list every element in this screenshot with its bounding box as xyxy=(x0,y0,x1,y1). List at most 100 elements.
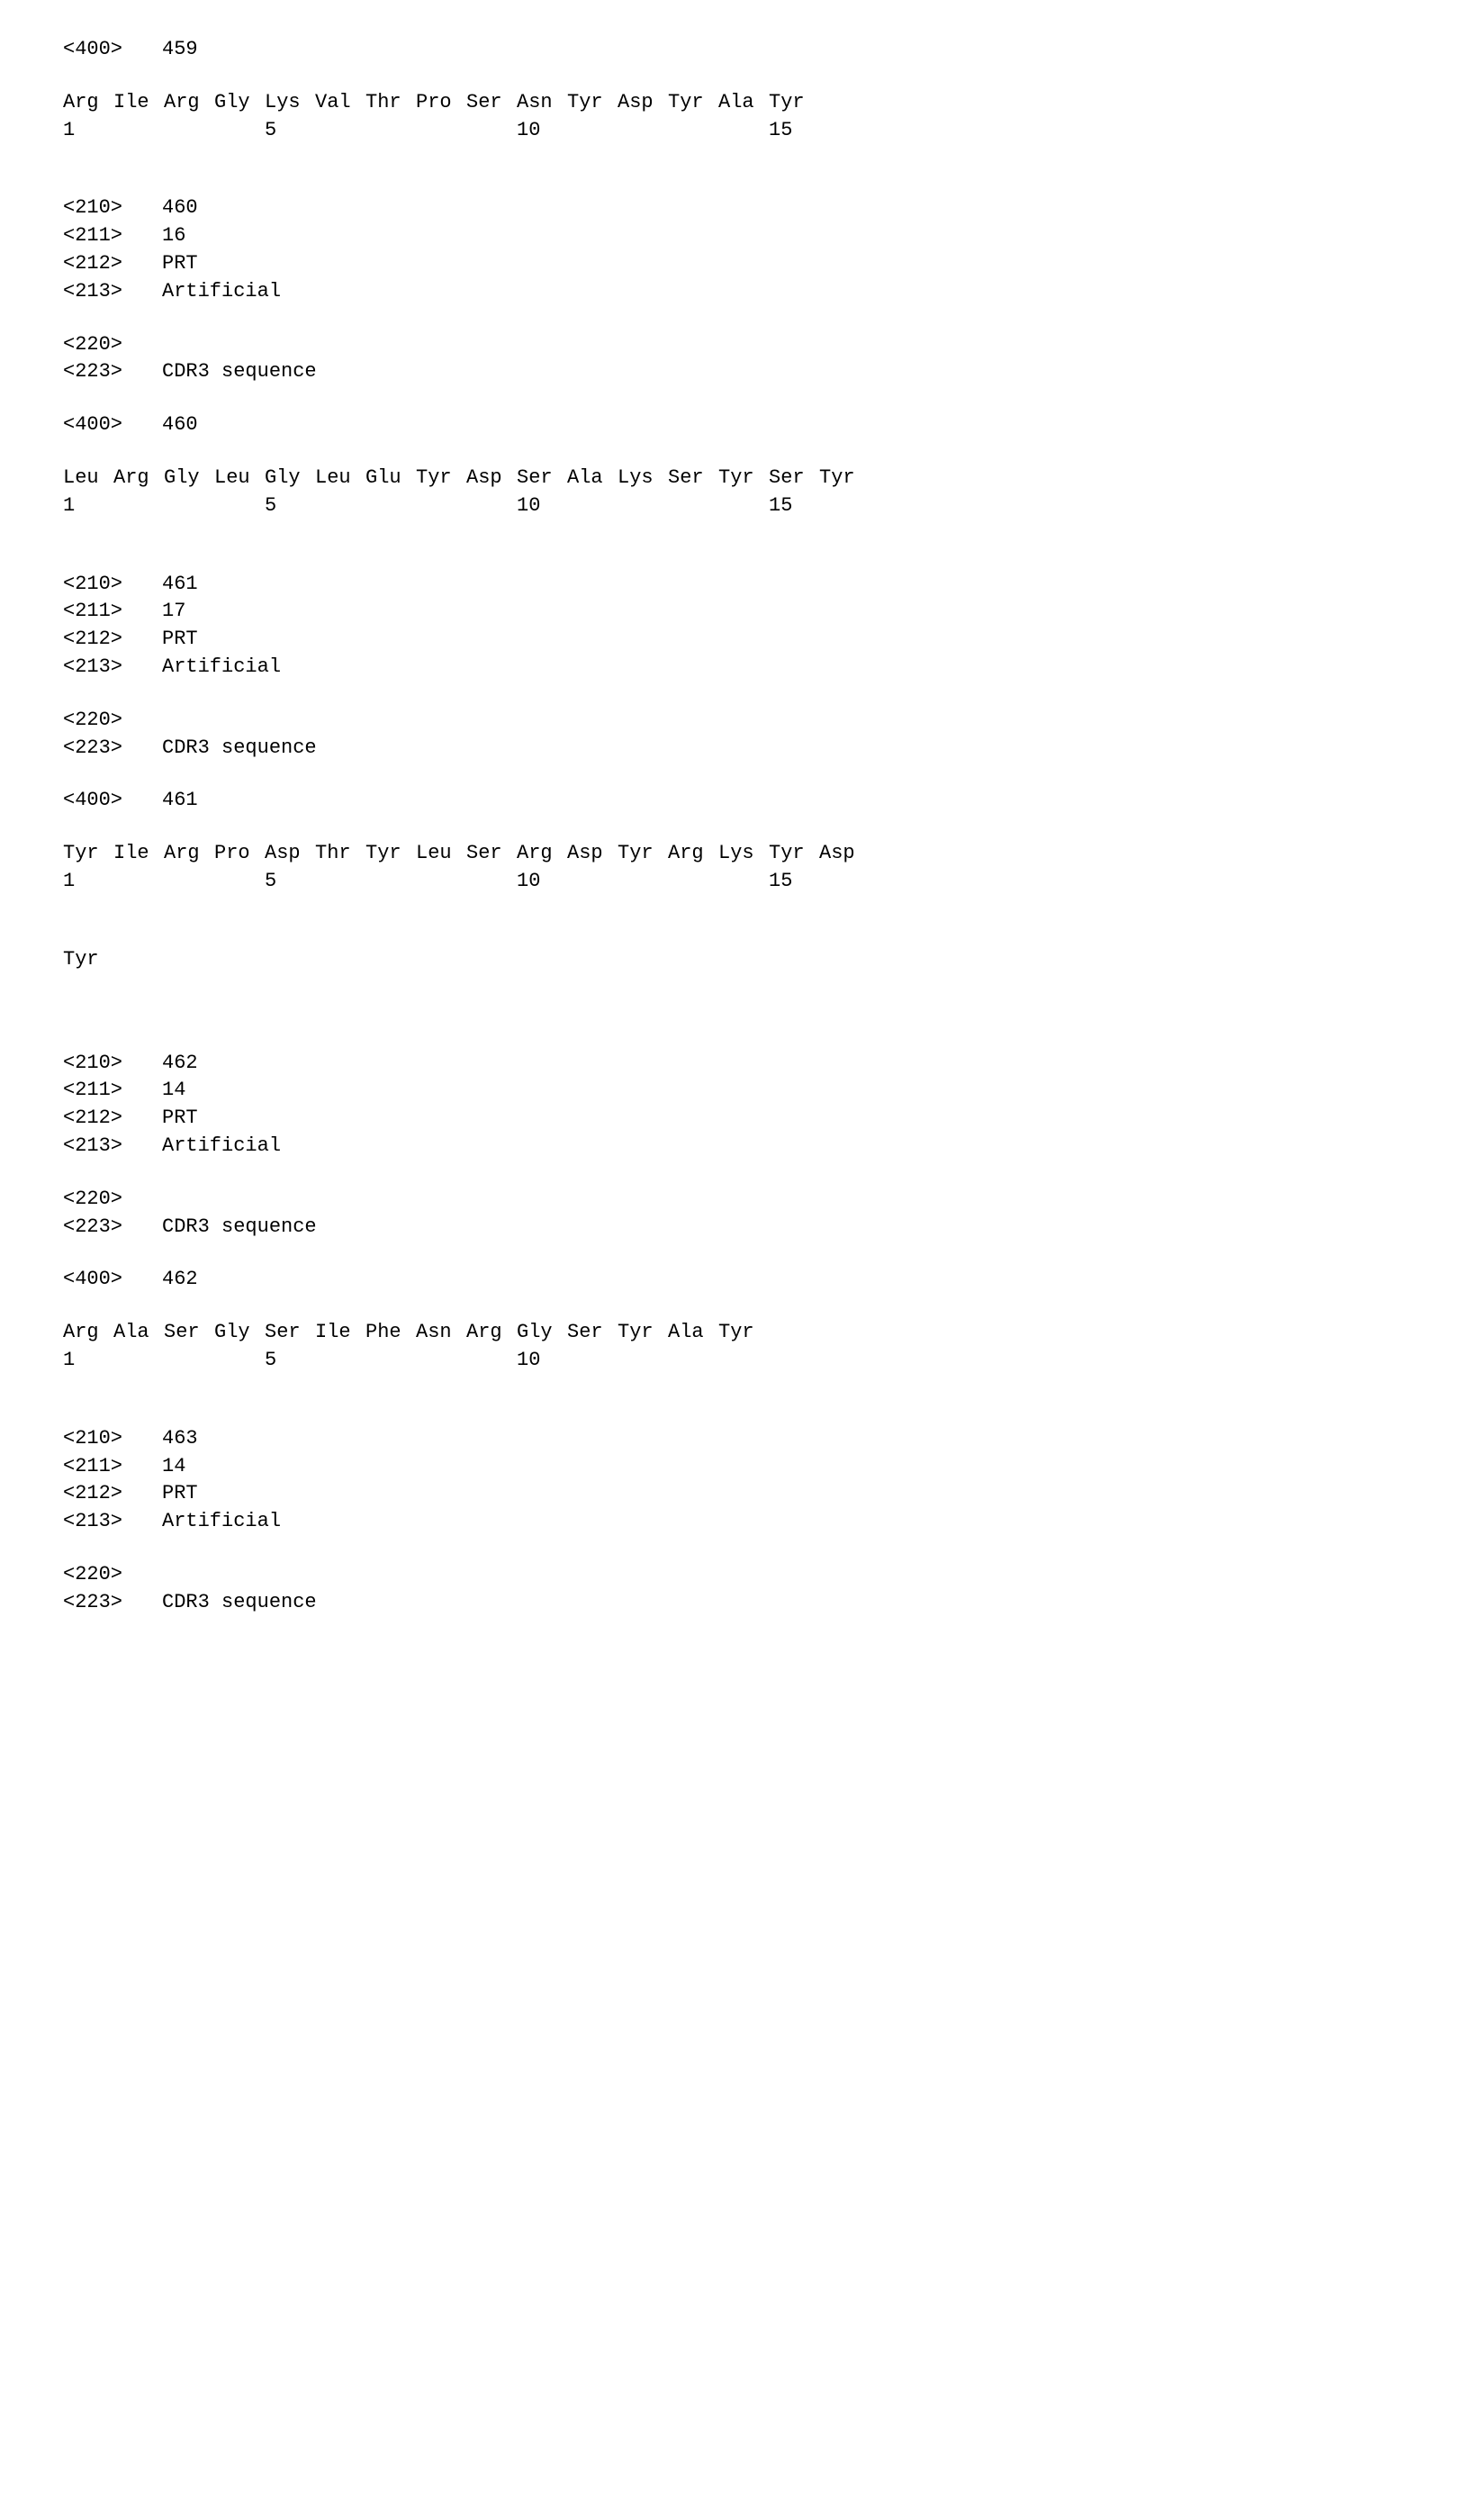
residue: Ser xyxy=(164,1319,214,1347)
position-number xyxy=(315,117,365,145)
position-number xyxy=(567,492,618,520)
tag-val: 461 xyxy=(162,787,198,815)
tag-223: <223>CDR3 sequence xyxy=(63,358,1407,386)
residue: Ser xyxy=(517,465,567,492)
tag-400: <400> 459 xyxy=(63,36,1407,64)
position-number: 1 xyxy=(63,868,113,896)
position-number xyxy=(416,117,466,145)
residue: Ile xyxy=(113,840,164,868)
residue: Lys xyxy=(618,465,668,492)
residue: Phe xyxy=(365,1319,416,1347)
tag-val: PRT xyxy=(162,250,198,278)
tag-key: <220> xyxy=(63,707,162,735)
tag-key: <223> xyxy=(63,1214,162,1242)
tag-key: <220> xyxy=(63,1186,162,1214)
tag-val: 462 xyxy=(162,1050,198,1078)
position-number xyxy=(668,492,718,520)
position-number xyxy=(113,868,164,896)
residue: Ala xyxy=(113,1319,164,1347)
residue: Arg xyxy=(164,840,214,868)
tag-key: <223> xyxy=(63,1589,162,1617)
tag-val: Artificial xyxy=(162,1508,281,1536)
tag-400: <400>460 xyxy=(63,411,1407,439)
tag-220: <220> xyxy=(63,1561,1407,1589)
residue: Thr xyxy=(365,89,416,117)
sequence-row: LeuArgGlyLeuGlyLeuGluTyrAspSerAlaLysSerT… xyxy=(63,465,1407,492)
residue: Ala xyxy=(718,89,769,117)
residue: Tyr xyxy=(63,946,113,974)
sequence-row: TyrIleArgProAspThrTyrLeuSerArgAspTyrArgL… xyxy=(63,840,1407,868)
residue: Arg xyxy=(113,465,164,492)
position-number xyxy=(668,117,718,145)
tag-key: <212> xyxy=(63,1480,162,1508)
tag-key: <210> xyxy=(63,1425,162,1453)
tag-val: 14 xyxy=(162,1453,185,1481)
residue: Leu xyxy=(315,465,365,492)
tag-213: <213>Artificial xyxy=(63,1133,1407,1161)
residue: Tyr xyxy=(718,465,769,492)
tag-key: <212> xyxy=(63,250,162,278)
tag-val: 462 xyxy=(162,1266,198,1294)
residue: Pro xyxy=(416,89,466,117)
residue: Arg xyxy=(668,840,718,868)
tag-key: <212> xyxy=(63,1105,162,1133)
position-number xyxy=(416,492,466,520)
position-number xyxy=(214,117,265,145)
tag-key: <210> xyxy=(63,1050,162,1078)
tag-val: CDR3 sequence xyxy=(162,358,317,386)
tag-223: <223>CDR3 sequence xyxy=(63,1589,1407,1617)
tag-val: CDR3 sequence xyxy=(162,735,317,763)
position-number xyxy=(416,868,466,896)
residue: Gly xyxy=(214,1319,265,1347)
residue: Asn xyxy=(416,1319,466,1347)
residue: Tyr xyxy=(819,465,870,492)
residue: Val xyxy=(315,89,365,117)
position-number xyxy=(214,1347,265,1375)
position-number xyxy=(315,492,365,520)
tag-val: PRT xyxy=(162,626,198,654)
tag-val: 460 xyxy=(162,194,198,222)
tag-val: PRT xyxy=(162,1105,198,1133)
position-number: 15 xyxy=(769,868,819,896)
residue: Glu xyxy=(365,465,416,492)
residue: Arg xyxy=(63,1319,113,1347)
residue: Gly xyxy=(214,89,265,117)
residue: Tyr xyxy=(718,1319,769,1347)
position-number: 1 xyxy=(63,492,113,520)
residue: Leu xyxy=(416,840,466,868)
residue: Lys xyxy=(718,840,769,868)
tag-key: <400> xyxy=(63,1266,162,1294)
position-number: 10 xyxy=(517,117,567,145)
tag-211: <211>16 xyxy=(63,222,1407,250)
residue: Tyr xyxy=(416,465,466,492)
position-number xyxy=(718,868,769,896)
position-number: 5 xyxy=(265,117,315,145)
tag-val: 463 xyxy=(162,1425,198,1453)
residue: Ser xyxy=(769,465,819,492)
tag-210: <210>460 xyxy=(63,194,1407,222)
tag-210: <210>462 xyxy=(63,1050,1407,1078)
position-number xyxy=(466,1347,517,1375)
residue: Asn xyxy=(517,89,567,117)
position-number xyxy=(718,117,769,145)
tag-val: CDR3 sequence xyxy=(162,1589,317,1617)
tag-key: <213> xyxy=(63,278,162,306)
tag-key: <220> xyxy=(63,1561,162,1589)
residue: Asp xyxy=(819,840,870,868)
position-number xyxy=(164,492,214,520)
residue: Asp xyxy=(466,465,517,492)
tag-400: <400>462 xyxy=(63,1266,1407,1294)
residue: Asp xyxy=(567,840,618,868)
position-number xyxy=(718,1347,769,1375)
position-number xyxy=(618,868,668,896)
position-number xyxy=(567,868,618,896)
position-number: 1 xyxy=(63,1347,113,1375)
residue: Tyr xyxy=(769,89,819,117)
position-number xyxy=(416,1347,466,1375)
residue: Tyr xyxy=(567,89,618,117)
position-number xyxy=(618,117,668,145)
tag-val: Artificial xyxy=(162,654,281,682)
tag-key: <400> xyxy=(63,787,162,815)
position-number xyxy=(567,1347,618,1375)
position-number: 10 xyxy=(517,1347,567,1375)
